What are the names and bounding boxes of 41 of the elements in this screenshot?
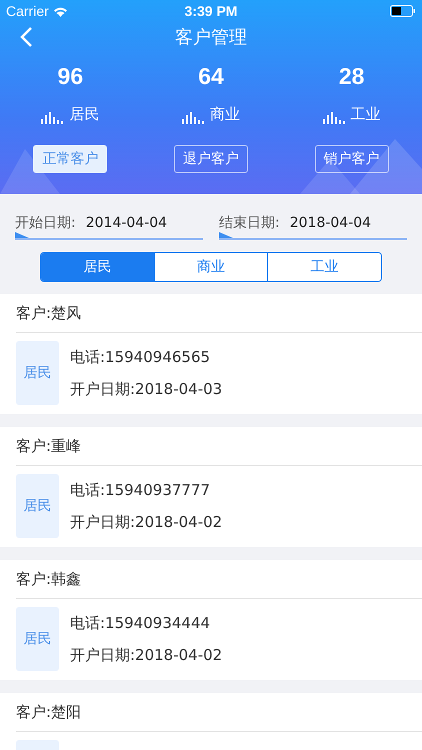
phone-text: 电话:15940937777 <box>70 480 212 500</box>
open-date-text: 开户日期:2018-04-02 <box>70 512 222 532</box>
page-title: 客户管理 <box>175 26 247 49</box>
type-tag: 居民 <box>16 474 59 538</box>
customer-name: 客户:重峰 <box>16 436 82 456</box>
stat-label: 居民 <box>69 105 100 124</box>
back-icon[interactable] <box>19 26 33 48</box>
stat-label: 商业 <box>210 105 240 124</box>
type-tab[interactable]: 居民 <box>41 253 154 281</box>
customer-name: 客户:楚风 <box>16 304 82 322</box>
customer-card[interactable]: 客户:楚风 居民 电话:15940946565 开户日期:2018-04-03 <box>0 294 422 414</box>
status-tab[interactable]: 销户客户 <box>314 145 389 173</box>
type-tab[interactable]: 商业 <box>154 253 268 281</box>
stat-value: 28 <box>338 63 364 90</box>
battery-icon <box>390 5 416 17</box>
date-field[interactable]: 开始日期: 2014-04-04 <box>15 208 203 240</box>
wifi-icon <box>52 6 68 16</box>
carrier-label: Carrier <box>6 3 49 19</box>
customer-name: 客户:韩鑫 <box>16 570 82 588</box>
customer-card[interactable]: 客户:重峰 居民 电话:15940937777 开户日期:2018-04-02 <box>0 427 422 547</box>
customer-card[interactable]: 客户:楚阳 <box>0 693 422 750</box>
customer-card[interactable]: 客户:韩鑫 居民 电话:15940934444 开户日期:2018-04-02 <box>0 560 422 680</box>
stat-value: 96 <box>58 63 84 90</box>
date-field[interactable]: 结束日期: 2018-04-04 <box>219 208 407 240</box>
type-tab[interactable]: 工业 <box>267 253 381 281</box>
type-tag: 居民 <box>16 341 59 405</box>
corner-mark-icon <box>219 232 233 238</box>
type-tag: 居民 <box>16 607 59 671</box>
customer-name: 客户:楚阳 <box>16 702 82 722</box>
bars-icon <box>41 112 66 124</box>
stat-label: 工业 <box>350 105 381 124</box>
stat-value: 64 <box>198 63 224 90</box>
corner-mark-icon <box>15 232 29 238</box>
status-tab[interactable]: 退户客户 <box>174 145 248 173</box>
bars-icon <box>182 112 206 124</box>
bars-icon <box>322 112 347 124</box>
open-date-text: 开户日期:2018-04-02 <box>70 646 222 664</box>
phone-text: 电话:15940946565 <box>70 348 212 366</box>
phone-text: 电话:15940934444 <box>70 614 212 632</box>
status-time: 3:39 PM <box>184 3 238 19</box>
open-date-text: 开户日期:2018-04-03 <box>70 380 222 398</box>
